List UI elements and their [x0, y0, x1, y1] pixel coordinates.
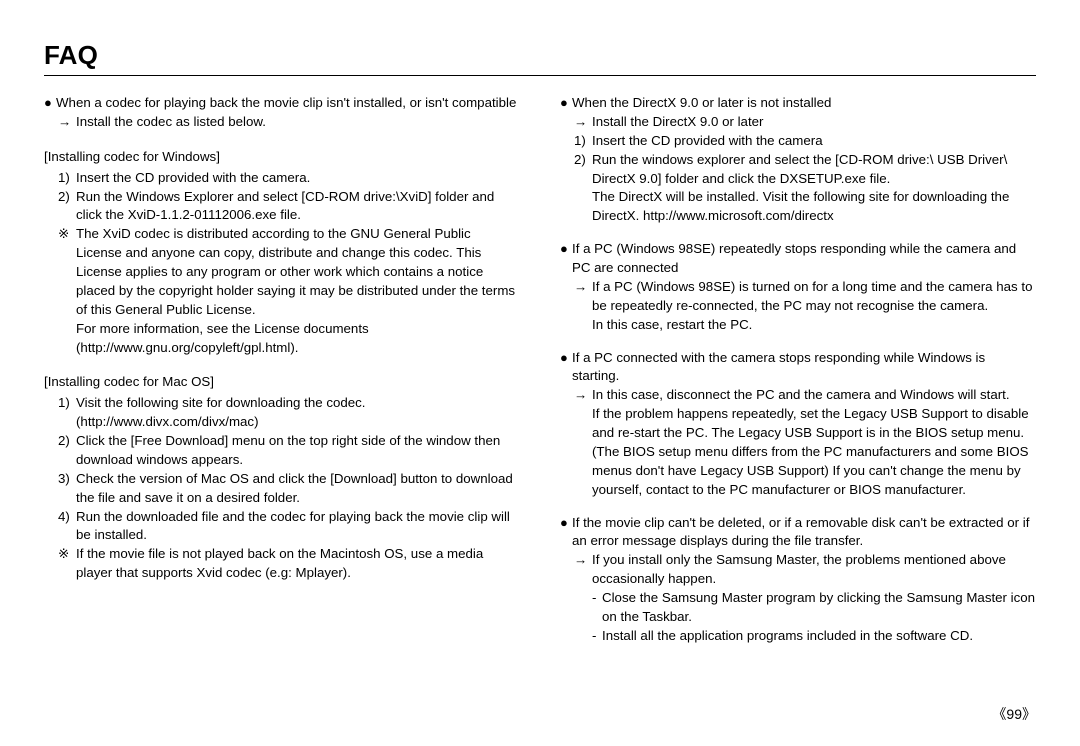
dash-text: Install all the application programs inc… — [602, 627, 1036, 646]
list-number: 2) — [58, 432, 76, 451]
list-item: 2) Click the [Free Download] menu on the… — [58, 432, 520, 470]
left-column: ● When a codec for playing back the movi… — [44, 92, 520, 660]
bullet-dot-icon: ● — [560, 349, 572, 367]
pc98-restart-line: In this case, restart the PC. — [560, 316, 1036, 335]
dash-text: Close the Samsung Master program by clic… — [602, 589, 1036, 627]
list-text: Run the windows explorer and select the … — [592, 151, 1036, 189]
arrow-disconnect: → In this case, disconnect the PC and th… — [560, 386, 1036, 405]
arrow-install-directx: → Install the DirectX 9.0 or later — [560, 113, 1036, 132]
note-text: The XviD codec is distributed according … — [76, 225, 520, 319]
arrow-right-icon: → — [574, 113, 592, 132]
bullet-text: If a PC (Windows 98SE) repeatedly stops … — [572, 240, 1036, 278]
heading-windows-codec: [Installing codec for Windows] — [44, 148, 520, 167]
bullet-text: If a PC connected with the camera stops … — [572, 349, 1036, 387]
list-item: 2) Run the windows explorer and select t… — [574, 151, 1036, 189]
list-text: Insert the CD provided with the camera — [592, 132, 1036, 151]
list-item: 1) Insert the CD provided with the camer… — [58, 169, 520, 188]
dash-icon: - — [592, 627, 602, 646]
arrow-text: Install the codec as listed below. — [76, 113, 520, 132]
list-text: Click the [Free Download] menu on the to… — [76, 432, 520, 470]
list-item: 1) Insert the CD provided with the camer… — [574, 132, 1036, 151]
list-text: Check the version of Mac OS and click th… — [76, 470, 520, 508]
list-item: 3) Check the version of Mac OS and click… — [58, 470, 520, 508]
list-number: 1) — [58, 169, 76, 188]
bullet-dot-icon: ● — [560, 94, 572, 112]
arrow-right-icon: → — [58, 113, 76, 132]
list-number: 2) — [58, 188, 76, 207]
legacy-usb-note: If the problem happens repeatedly, set t… — [560, 405, 1036, 499]
arrow-text: If you install only the Samsung Master, … — [592, 551, 1036, 589]
reference-mark-icon: ※ — [58, 225, 76, 244]
bullet-text: If the movie clip can't be deleted, or i… — [572, 514, 1036, 552]
note-text: If the movie file is not played back on … — [76, 545, 520, 583]
title-rule — [44, 75, 1036, 76]
page-title: FAQ — [44, 40, 1036, 71]
note-more-info: For more information, see the License do… — [44, 320, 520, 358]
bullet-text: When the DirectX 9.0 or later is not ins… — [572, 94, 1036, 113]
bullet-codec-not-installed: ● When a codec for playing back the movi… — [44, 94, 520, 113]
list-item: 2) Run the Windows Explorer and select [… — [58, 188, 520, 226]
list-number: 1) — [574, 132, 592, 151]
list-number: 1) — [58, 394, 76, 413]
list-number: 3) — [58, 470, 76, 489]
bullet-dot-icon: ● — [560, 514, 572, 532]
bullet-directx: ● When the DirectX 9.0 or later is not i… — [560, 94, 1036, 113]
bullet-pc98: ● If a PC (Windows 98SE) repeatedly stop… — [560, 240, 1036, 278]
list-item: 4) Run the downloaded file and the codec… — [58, 508, 520, 546]
columns: ● When a codec for playing back the movi… — [44, 92, 1036, 660]
arrow-text: Install the DirectX 9.0 or later — [592, 113, 1036, 132]
dash-close-master: - Close the Samsung Master program by cl… — [560, 589, 1036, 627]
list-text: Run the downloaded file and the codec fo… — [76, 508, 520, 546]
arrow-pc98-restart: → If a PC (Windows 98SE) is turned on fo… — [560, 278, 1036, 316]
arrow-samsung-master: → If you install only the Samsung Master… — [560, 551, 1036, 589]
list-text: Run the Windows Explorer and select [CD-… — [76, 188, 520, 226]
arrow-text: If a PC (Windows 98SE) is turned on for … — [592, 278, 1036, 316]
bullet-windows-start: ● If a PC connected with the camera stop… — [560, 349, 1036, 387]
arrow-text: In this case, disconnect the PC and the … — [592, 386, 1036, 405]
arrow-install-codec: → Install the codec as listed below. — [44, 113, 520, 132]
list-text: Visit the following site for downloading… — [76, 394, 520, 432]
dash-install-all: - Install all the application programs i… — [560, 627, 1036, 646]
list-item: 1) Visit the following site for download… — [58, 394, 520, 432]
bullet-dot-icon: ● — [560, 240, 572, 258]
arrow-right-icon: → — [574, 386, 592, 405]
arrow-right-icon: → — [574, 278, 592, 297]
bullet-text: When a codec for playing back the movie … — [56, 94, 520, 113]
list-number: 2) — [574, 151, 592, 170]
heading-mac-codec: [Installing codec for Mac OS] — [44, 373, 520, 392]
bullet-dot-icon: ● — [44, 94, 56, 112]
note-mac-player: ※ If the movie file is not played back o… — [44, 545, 520, 583]
list-number: 4) — [58, 508, 76, 527]
directx-site-note: The DirectX will be installed. Visit the… — [560, 188, 1036, 226]
bullet-movie-delete: ● If the movie clip can't be deleted, or… — [560, 514, 1036, 552]
list-text: Insert the CD provided with the camera. — [76, 169, 520, 188]
reference-mark-icon: ※ — [58, 545, 76, 564]
arrow-right-icon: → — [574, 551, 592, 570]
right-column: ● When the DirectX 9.0 or later is not i… — [560, 92, 1036, 660]
note-xvid-license: ※ The XviD codec is distributed accordin… — [44, 225, 520, 319]
dash-icon: - — [592, 589, 602, 608]
page-number: 《99》 — [992, 704, 1036, 724]
